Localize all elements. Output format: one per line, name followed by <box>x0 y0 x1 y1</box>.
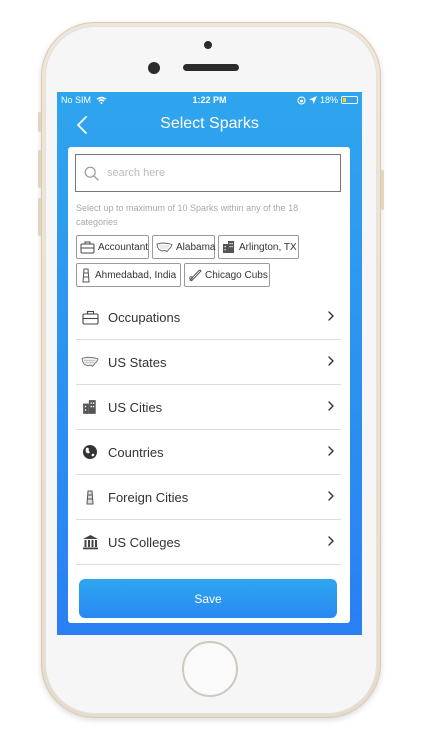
category-us-cities[interactable]: US Cities <box>76 385 341 430</box>
chip-label: Ahmedabad, India <box>95 269 177 281</box>
battery-percent: 18% <box>319 95 338 105</box>
chevron-right-icon <box>328 446 334 456</box>
mute-switch <box>38 112 41 132</box>
search-box[interactable] <box>75 154 341 192</box>
category-label: US States <box>108 354 167 370</box>
rotation-lock-icon <box>297 96 306 104</box>
volume-down-button <box>38 198 41 236</box>
tower-icon <box>82 268 90 282</box>
chevron-right-icon <box>328 401 334 411</box>
earpiece-speaker <box>183 64 239 71</box>
save-button[interactable]: Save <box>79 579 337 618</box>
chip-ahmedabad[interactable]: Ahmedabad, India <box>76 263 181 287</box>
chip-chicago-cubs[interactable]: Chicago Cubs <box>184 263 270 287</box>
category-us-states[interactable]: US States <box>76 340 341 385</box>
us-map-icon <box>81 353 99 371</box>
search-icon <box>84 166 99 181</box>
status-bar: No SIM 1:22 PM 18% <box>57 92 362 110</box>
search-input[interactable] <box>105 166 329 180</box>
category-list: Occupations US States US Cities Countrie… <box>76 295 341 565</box>
sparks-card: Select up to maximum of 10 Sparks within… <box>68 147 350 623</box>
us-map-icon <box>156 242 173 252</box>
category-us-colleges[interactable]: US Colleges <box>76 520 341 565</box>
tower-icon <box>81 488 99 506</box>
briefcase-icon <box>81 308 99 326</box>
chip-label: Accountant <box>98 241 149 253</box>
globe-icon <box>81 443 99 461</box>
app-screen: No SIM 1:22 PM 18% Select Sparks search … <box>57 92 362 635</box>
chip-label: Arlington, TX <box>239 241 297 253</box>
selection-hint: Select up to maximum of 10 Sparks within… <box>76 203 299 227</box>
briefcase-icon <box>80 241 95 253</box>
buildings-icon <box>223 241 234 253</box>
category-label: Countries <box>108 444 164 460</box>
chip-arlington[interactable]: Arlington, TX <box>218 235 299 259</box>
location-arrow-icon <box>308 96 317 104</box>
power-button <box>381 170 384 210</box>
category-label: Foreign Cities <box>108 489 189 505</box>
category-countries[interactable]: Countries <box>76 430 341 475</box>
category-label: Occupations <box>108 309 181 325</box>
chip-accountant[interactable]: Accountant <box>76 235 149 259</box>
front-camera <box>148 62 160 74</box>
college-icon <box>81 533 99 551</box>
battery-icon <box>341 96 358 104</box>
volume-up-button <box>38 150 41 188</box>
chip-label: Chicago Cubs <box>205 269 268 281</box>
chevron-right-icon <box>328 311 334 321</box>
chevron-right-icon <box>328 356 334 366</box>
status-right: 18% <box>297 95 358 105</box>
nav-bar: Select Sparks <box>57 110 362 140</box>
chevron-right-icon <box>328 536 334 546</box>
category-label: US Colleges <box>108 534 181 550</box>
buildings-icon <box>81 398 99 416</box>
home-button[interactable] <box>182 641 238 697</box>
chip-alabama[interactable]: Alabama <box>152 235 215 259</box>
baseball-bat-icon <box>189 269 202 282</box>
category-foreign-cities[interactable]: Foreign Cities <box>76 475 341 520</box>
category-label: US Cities <box>108 399 163 415</box>
category-occupations[interactable]: Occupations <box>76 295 341 340</box>
chevron-right-icon <box>328 491 334 501</box>
proximity-sensor <box>204 41 212 49</box>
page-title: Select Sparks <box>160 115 259 132</box>
chip-label: Alabama <box>176 241 216 253</box>
